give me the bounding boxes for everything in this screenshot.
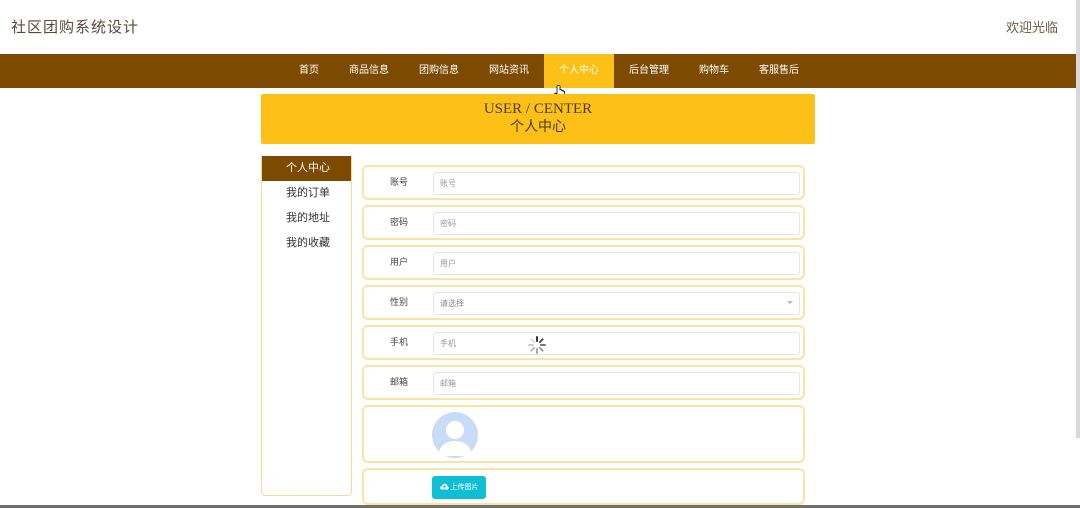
email-input[interactable] [433,372,800,395]
email-label: 邮箱 [390,377,409,387]
user-label: 用户 [390,257,409,267]
banner-title-cn: 个人中心 [510,120,566,135]
profile-form: 账号 密码 用户 性别 请选择 手机 邮箱 [362,165,805,505]
welcome-text: 欢迎光临 [1005,20,1058,35]
cloud-upload-icon [439,483,449,490]
top-header: 社区团购系统设计 欢迎光临 [0,0,1080,54]
upload-image-button[interactable]: 上传图片 [432,476,486,499]
form-row-avatar [362,405,805,463]
form-row-gender: 性别 请选择 [362,285,805,320]
gender-select[interactable]: 请选择 [433,292,800,315]
phone-label: 手机 [390,337,409,347]
nav-list: 首页 商品信息 团购信息 网站资讯 个人中心 后台管理 购物车 客服售后 [284,54,814,88]
nav-item-products[interactable]: 商品信息 [334,54,404,88]
form-row-password: 密码 [362,205,805,240]
chevron-down-icon [787,301,793,304]
nav-item-group-buy[interactable]: 团购信息 [404,54,474,88]
nav-item-user-center[interactable]: 个人中心 [544,54,614,88]
side-menu: 个人中心 我的订单 我的地址 我的收藏 [261,156,352,496]
account-input[interactable] [433,172,800,195]
phone-input[interactable] [433,332,800,355]
gender-label: 性别 [390,297,409,307]
page-banner: USER / CENTER 个人中心 [261,94,815,144]
upload-button-label: 上传图片 [450,484,479,491]
user-input[interactable] [433,252,800,275]
side-item-user-center[interactable]: 个人中心 [262,156,351,181]
gender-select-placeholder: 请选择 [440,299,464,308]
side-item-my-favorites[interactable]: 我的收藏 [262,231,351,256]
banner-title-en: USER / CENTER [483,101,593,117]
nav-item-news[interactable]: 网站资讯 [474,54,544,88]
site-title: 社区团购系统设计 [11,19,140,36]
nav-item-cart[interactable]: 购物车 [684,54,744,88]
nav-item-admin[interactable]: 后台管理 [614,54,684,88]
form-row-upload: 上传图片 [362,468,805,505]
nav-item-home[interactable]: 首页 [284,54,334,88]
form-row-phone: 手机 [362,325,805,360]
page-scrollbar[interactable] [1076,0,1080,438]
side-item-my-orders[interactable]: 我的订单 [262,181,351,206]
loading-spinner-icon [528,336,546,354]
password-input[interactable] [433,212,800,235]
user-avatar-icon[interactable] [432,412,478,458]
main-nav: 首页 商品信息 团购信息 网站资讯 个人中心 后台管理 购物车 客服售后 [0,54,1080,88]
form-row-account: 账号 [362,165,805,200]
form-row-email: 邮箱 [362,365,805,400]
form-row-user: 用户 [362,245,805,280]
account-label: 账号 [390,177,409,187]
side-item-my-address[interactable]: 我的地址 [262,206,351,231]
nav-item-support[interactable]: 客服售后 [744,54,814,88]
password-label: 密码 [390,217,409,227]
